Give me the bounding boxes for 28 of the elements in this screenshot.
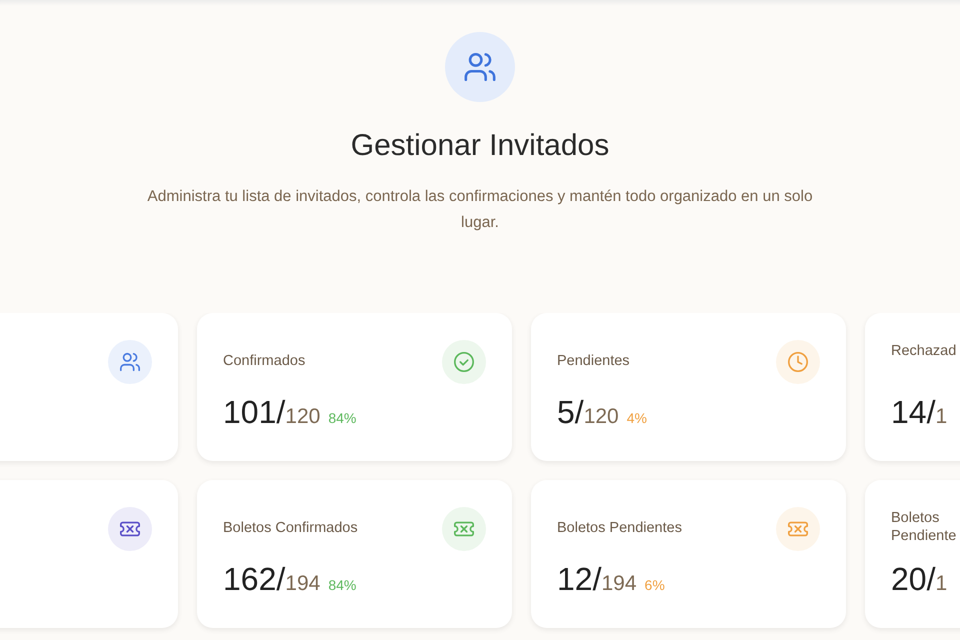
page-title: Gestionar Invitados bbox=[350, 128, 610, 164]
stat-percent: 84% bbox=[328, 576, 356, 595]
stat-label: Boletos Pendientes bbox=[557, 519, 682, 537]
check-circle-icon bbox=[453, 351, 475, 373]
stat-percent: 84% bbox=[328, 409, 356, 428]
clock-icon bbox=[787, 351, 809, 373]
stat-label: Boletos Confirmados bbox=[223, 519, 358, 537]
page-description: Administra tu lista de invitados, controla las confirmaciones y mantén todo organizado en un solo lugar. bbox=[146, 187, 814, 233]
users-icon bbox=[463, 50, 497, 84]
stat-count: 5/ bbox=[557, 393, 584, 432]
stat-count: 14/ bbox=[891, 393, 936, 432]
stat-total: 194 bbox=[601, 572, 637, 597]
stat-percent: 4% bbox=[626, 409, 647, 428]
stat-total: 1 bbox=[935, 405, 948, 430]
stat-total: 194 bbox=[285, 572, 320, 597]
stat-label: Pendientes bbox=[557, 352, 630, 370]
stat-count: 162/ bbox=[223, 560, 286, 599]
stat-count: 20/ bbox=[891, 560, 936, 599]
stat-label: Boletos Pendiente bbox=[891, 509, 958, 545]
stat-label: Rechazad bbox=[891, 342, 956, 360]
users-icon bbox=[119, 351, 141, 373]
stat-percent: 6% bbox=[644, 576, 665, 595]
stat-total: 1 bbox=[935, 572, 948, 597]
stat-count: 12/ bbox=[557, 560, 602, 599]
stat-total: 120 bbox=[584, 404, 619, 430]
stat-label: Confirmados bbox=[223, 352, 306, 370]
stat-count: 101/ bbox=[223, 393, 286, 432]
stat-total: 120 bbox=[285, 405, 320, 430]
